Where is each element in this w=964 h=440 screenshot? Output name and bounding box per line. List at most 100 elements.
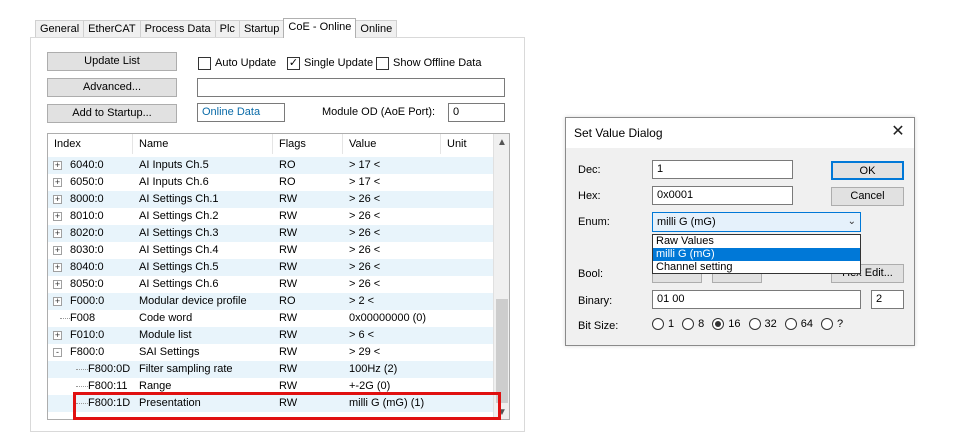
col-name[interactable]: Name xyxy=(133,134,273,154)
tab-online[interactable]: Online xyxy=(355,20,398,38)
radio-dot[interactable] xyxy=(712,318,725,330)
bitsize-radio-16[interactable]: 16 xyxy=(712,318,741,330)
expand-icon[interactable]: + xyxy=(53,195,62,204)
cell-value: > 26 < xyxy=(349,244,381,256)
list-scrollbar[interactable]: ▲ ▼ xyxy=(493,134,509,419)
enum-option-milli-g[interactable]: milli G (mG) xyxy=(653,248,860,261)
cell-name: AI Inputs Ch.5 xyxy=(139,159,209,171)
table-row[interactable]: +8050:0 AI Settings Ch.6 RW > 26 < xyxy=(48,276,494,293)
scroll-thumb[interactable] xyxy=(496,299,508,403)
cell-index: F800:0 xyxy=(70,346,105,358)
cell-index: 8030:0 xyxy=(70,244,104,256)
table-row[interactable]: + F010:0 Module list RW > 6 < xyxy=(48,327,494,344)
bitsize-radio-64[interactable]: 64 xyxy=(784,318,813,330)
cell-value: > 6 < xyxy=(349,329,375,341)
cell-index: 6050:0 xyxy=(70,176,104,188)
table-row[interactable]: +6040:0 AI Inputs Ch.5 RO > 17 < xyxy=(48,157,494,174)
object-list[interactable]: Index Name Flags Value Unit +6040:0 AI In… xyxy=(47,133,510,420)
col-value[interactable]: Value xyxy=(343,134,441,154)
module-od-input[interactable]: 0 xyxy=(448,103,505,122)
enum-option-channel-setting[interactable]: Channel setting xyxy=(653,261,860,274)
close-icon[interactable]: ✕ xyxy=(890,124,906,140)
col-index[interactable]: Index xyxy=(48,134,133,154)
advanced-button[interactable]: Advanced... xyxy=(47,78,177,97)
cell-index: 8010:0 xyxy=(70,210,104,222)
bitsize-radio-unknown[interactable]: ? xyxy=(821,318,843,330)
expand-icon[interactable]: + xyxy=(53,263,62,272)
radio-dot[interactable] xyxy=(652,318,664,330)
bitsize-radio-1[interactable]: 1 xyxy=(652,318,674,330)
expand-icon[interactable]: + xyxy=(53,331,62,340)
single-update-checkbox[interactable]: ✓ Single Update xyxy=(287,55,373,71)
cell-flags: RO xyxy=(279,159,296,171)
cell-index: 8020:0 xyxy=(70,227,104,239)
bitsize-radio-group: 1 8 16 32 64? xyxy=(652,318,851,330)
tab-plc[interactable]: Plc xyxy=(214,20,240,38)
table-row[interactable]: F008 Code word RW 0x00000000 (0) xyxy=(48,310,494,327)
add-to-startup-button[interactable]: Add to Startup... xyxy=(47,104,177,123)
collapse-icon[interactable]: - xyxy=(53,348,62,357)
scroll-up-icon[interactable]: ▲ xyxy=(497,137,507,148)
tab-process-data[interactable]: Process Data xyxy=(139,20,216,38)
tab-general[interactable]: General xyxy=(35,20,85,38)
radio-dot[interactable] xyxy=(748,318,761,330)
expand-icon[interactable]: + xyxy=(53,280,62,289)
expand-icon[interactable]: + xyxy=(53,229,62,238)
cell-name: Filter sampling rate xyxy=(139,363,233,375)
expand-icon[interactable]: + xyxy=(53,161,62,170)
table-row[interactable]: +8030:0 AI Settings Ch.4 RW > 26 < xyxy=(48,242,494,259)
bitsize-radio-label: ? xyxy=(837,318,844,330)
filter-input[interactable] xyxy=(197,78,505,97)
binary-length-input[interactable]: 2 xyxy=(871,290,904,309)
scroll-down-icon[interactable]: ▼ xyxy=(497,407,507,418)
table-row[interactable]: +8000:0 AI Settings Ch.1 RW > 26 < xyxy=(48,191,494,208)
cell-index: 8000:0 xyxy=(70,193,104,205)
tab-startup[interactable]: Startup xyxy=(238,20,285,38)
cell-name: AI Settings Ch.3 xyxy=(139,227,219,239)
single-update-check-box[interactable]: ✓ xyxy=(287,56,300,70)
tab-ethercat[interactable]: EtherCAT xyxy=(83,20,141,38)
table-row[interactable]: +6050:0 AI Inputs Ch.6 RO > 17 < xyxy=(48,174,494,191)
enum-select[interactable]: milli G (mG) ⌄ xyxy=(652,212,861,232)
table-row[interactable]: F800:11 Range RW +-2G (0) xyxy=(48,378,494,395)
cell-flags: RO xyxy=(279,295,296,307)
col-unit[interactable]: Unit xyxy=(441,134,494,154)
cell-index: F000:0 xyxy=(70,295,105,307)
cancel-button[interactable]: Cancel xyxy=(831,187,904,206)
binary-input[interactable]: 01 00 xyxy=(652,290,861,309)
table-row[interactable]: F800:0D Filter sampling rate RW 100Hz (2) xyxy=(48,361,494,378)
table-row[interactable]: +8020:0 AI Settings Ch.3 RW > 26 < xyxy=(48,225,494,242)
enum-option-raw-values[interactable]: Raw Values xyxy=(653,235,860,248)
chevron-down-icon[interactable]: ⌄ xyxy=(848,213,856,231)
cell-flags: RW xyxy=(279,346,298,358)
cell-flags: RW xyxy=(279,397,298,409)
expand-icon[interactable]: + xyxy=(53,297,62,306)
cell-flags: RW xyxy=(279,227,298,239)
dec-input[interactable]: 1 xyxy=(652,160,793,179)
auto-update-checkbox[interactable]: Auto Update xyxy=(198,55,276,71)
hex-input[interactable]: 0x0001 xyxy=(652,186,793,205)
expand-icon[interactable]: + xyxy=(53,178,62,187)
update-list-button[interactable]: Update List xyxy=(47,52,177,71)
cell-flags: RW xyxy=(279,312,298,324)
table-row[interactable]: F800:1D Presentation RW milli G (mG) (1) xyxy=(48,395,494,412)
bitsize-radio-8[interactable]: 8 xyxy=(682,318,704,330)
cell-flags: RW xyxy=(279,363,298,375)
enum-dropdown-list[interactable]: Raw Values milli G (mG) Channel setting xyxy=(652,234,861,274)
table-row[interactable]: - F800:0 SAI Settings RW > 29 < xyxy=(48,344,494,361)
tab-coe-online[interactable]: CoE - Online xyxy=(283,18,357,38)
radio-dot[interactable] xyxy=(821,318,833,330)
radio-dot[interactable] xyxy=(784,318,797,330)
table-row[interactable]: +8010:0 AI Settings Ch.2 RW > 26 < xyxy=(48,208,494,225)
ok-button[interactable]: OK xyxy=(831,161,904,180)
show-offline-checkbox[interactable]: Show Offline Data xyxy=(376,55,481,71)
table-row[interactable]: +8040:0 AI Settings Ch.5 RW > 26 < xyxy=(48,259,494,276)
expand-icon[interactable]: + xyxy=(53,212,62,221)
auto-update-check-box[interactable] xyxy=(198,56,211,70)
table-row[interactable]: + F000:0 Modular device profile RO > 2 < xyxy=(48,293,494,310)
col-flags[interactable]: Flags xyxy=(273,134,343,154)
show-offline-check-box[interactable] xyxy=(376,56,389,70)
radio-dot[interactable] xyxy=(682,318,695,330)
bitsize-radio-32[interactable]: 32 xyxy=(748,318,777,330)
expand-icon[interactable]: + xyxy=(53,246,62,255)
